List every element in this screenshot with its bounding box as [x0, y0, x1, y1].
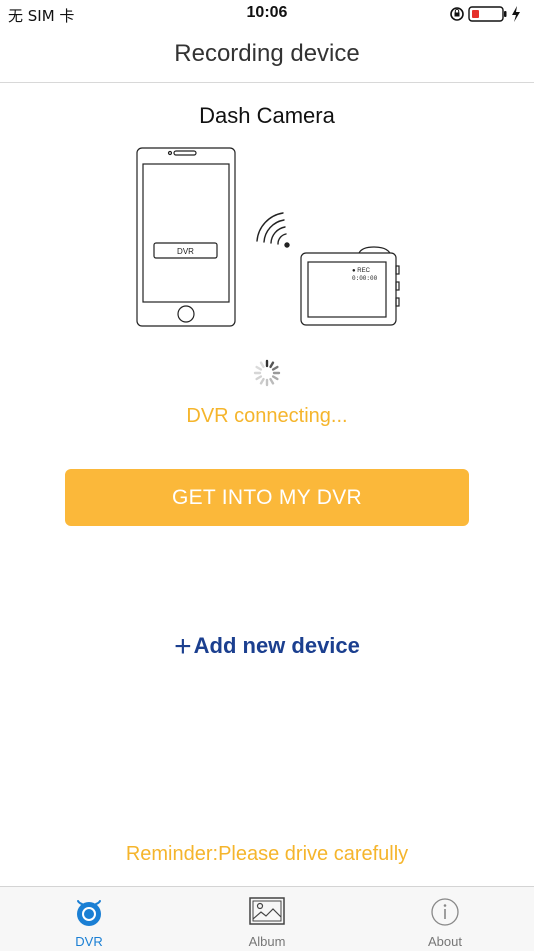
tab-bar: DVR Album About — [0, 886, 534, 951]
page-title: Recording device — [174, 40, 360, 67]
phone-screen-label: DVR — [177, 247, 194, 256]
get-into-dvr-button[interactable]: GET INTO MY DVR — [65, 469, 469, 526]
plus-icon: + — [174, 630, 192, 663]
loading-spinner-icon — [252, 358, 282, 388]
dvr-icon — [70, 895, 108, 927]
tab-album[interactable]: Album — [178, 887, 356, 951]
device-name: Dash Camera — [199, 103, 335, 128]
tab-album-label: Album — [248, 934, 286, 949]
tab-about[interactable]: About — [356, 887, 534, 951]
get-into-dvr-label: GET INTO MY DVR — [171, 485, 363, 509]
tab-about-label: About — [428, 934, 462, 949]
status-indicators — [446, 4, 526, 24]
add-new-device-label: Add new device — [193, 633, 360, 658]
wifi-icon — [256, 212, 290, 248]
battery-icon — [468, 6, 507, 22]
album-icon — [248, 895, 286, 927]
status-bar: 无 SIM 卡 10:06 — [0, 0, 534, 28]
camera-rec-label: ● REC — [352, 268, 371, 274]
camera-timecode: 0:00:00 — [352, 275, 378, 282]
about-icon — [426, 895, 464, 927]
navigation-bar: Recording device — [0, 28, 534, 83]
charging-icon — [512, 6, 520, 22]
connection-illustration: DVR ● REC 0:00:00 — [130, 140, 410, 340]
add-new-device-button[interactable]: +Add new device — [0, 630, 534, 664]
rotation-lock-icon — [450, 7, 464, 21]
connection-status: DVR connecting... — [186, 405, 348, 427]
phone-illustration — [136, 147, 236, 327]
tab-dvr-label: DVR — [75, 934, 103, 949]
reminder-text: Reminder:Please drive carefully — [125, 843, 409, 865]
tab-dvr[interactable]: DVR — [0, 887, 178, 951]
dash-camera-illustration — [300, 246, 400, 326]
